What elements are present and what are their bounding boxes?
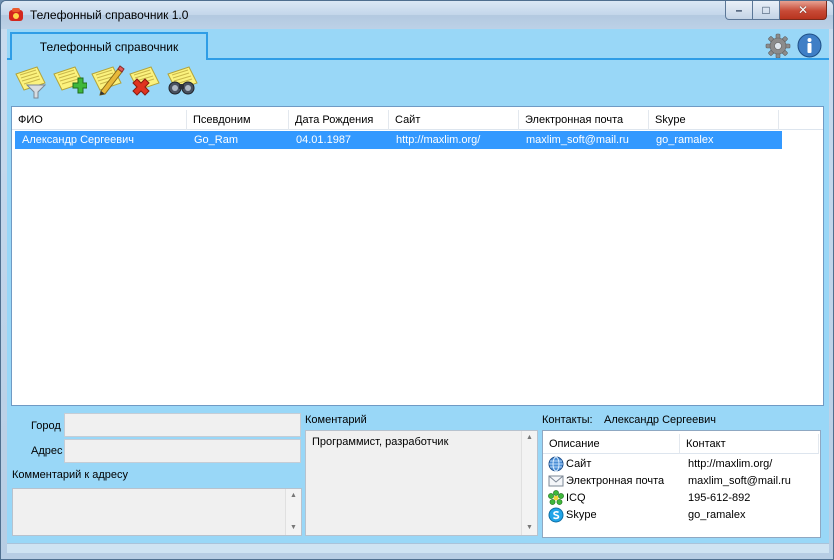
- maximize-button[interactable]: □: [753, 1, 780, 20]
- cell-birthdate: 04.01.1987: [296, 134, 352, 146]
- address-comment-scrollbar[interactable]: ▲ ▼: [285, 489, 301, 535]
- cell-nickname: Go_Ram: [194, 134, 239, 146]
- column-header-nickname[interactable]: Псевдоним: [187, 110, 289, 130]
- contact-value: 195-612-892: [688, 492, 751, 504]
- column-header-birthdate[interactable]: Дата Рождения: [289, 110, 389, 130]
- cell-fio: Александр Сергеевич: [22, 134, 134, 146]
- cell-skype: go_ramalex: [656, 134, 714, 146]
- scroll-down-icon[interactable]: ▼: [522, 521, 537, 535]
- close-icon: ✕: [797, 3, 809, 17]
- gear-icon[interactable]: [765, 33, 791, 59]
- list-item[interactable]: Сайт http://maxlim.org/: [543, 456, 820, 473]
- comment-field[interactable]: Программист, разработчик ▲ ▼: [305, 430, 538, 536]
- delete-record-icon[interactable]: [127, 63, 163, 99]
- city-label: Город: [31, 420, 61, 432]
- cell-email: maxlim_soft@mail.ru: [526, 134, 629, 146]
- cell-site: http://maxlim.org/: [396, 134, 481, 146]
- client-area: Телефонный справочник ФИО Псевдоним Дата…: [7, 29, 829, 553]
- contacts-person: Александр Сергеевич: [604, 414, 716, 426]
- icq-flower-icon: [548, 490, 564, 505]
- filter-icon[interactable]: [13, 63, 49, 99]
- column-header-site[interactable]: Сайт: [389, 110, 519, 130]
- status-bar: [7, 543, 829, 553]
- minimize-button[interactable]: –: [725, 1, 753, 20]
- grid-header: ФИО Псевдоним Дата Рождения Сайт Электро…: [12, 110, 823, 130]
- address-field[interactable]: [64, 439, 301, 463]
- tab-phonebook[interactable]: Телефонный справочник: [10, 32, 208, 60]
- contact-description: ICQ: [566, 492, 586, 504]
- scroll-up-icon[interactable]: ▲: [286, 489, 301, 503]
- list-item[interactable]: Электронная почта maxlim_soft@mail.ru: [543, 473, 820, 490]
- list-item[interactable]: ICQ 195-612-892: [543, 490, 820, 507]
- toolbar: [13, 63, 213, 101]
- scroll-up-icon[interactable]: ▲: [522, 431, 537, 445]
- contact-value: maxlim_soft@mail.ru: [688, 475, 791, 487]
- maximize-icon: □: [762, 3, 770, 17]
- window-title: Телефонный справочник 1.0: [30, 8, 189, 22]
- contact-description: Электронная почта: [566, 475, 665, 487]
- close-button[interactable]: ✕: [780, 1, 827, 20]
- minimize-icon: –: [735, 3, 743, 17]
- contact-value: http://maxlim.org/: [688, 458, 773, 470]
- info-icon[interactable]: [797, 33, 822, 58]
- globe-icon: [548, 456, 564, 472]
- comment-label: Коментарий: [305, 414, 367, 426]
- address-comment-label: Комментарий к адресу: [12, 469, 128, 481]
- column-header-contact[interactable]: Контакт: [680, 434, 819, 454]
- list-item[interactable]: Skype go_ramalex: [543, 507, 820, 524]
- tab-joint: [12, 58, 206, 61]
- scroll-down-icon[interactable]: ▼: [286, 521, 301, 535]
- contacts-grid[interactable]: ФИО Псевдоним Дата Рождения Сайт Электро…: [11, 106, 824, 406]
- address-comment-field[interactable]: ▲ ▼: [12, 488, 302, 536]
- title-bar[interactable]: Телефонный справочник 1.0 – □ ✕: [1, 1, 833, 29]
- city-field[interactable]: [64, 413, 301, 437]
- column-header-email[interactable]: Электронная почта: [519, 110, 649, 130]
- comment-text: Программист, разработчик: [312, 436, 449, 448]
- table-row[interactable]: Александр Сергеевич Go_Ram 04.01.1987 ht…: [15, 131, 782, 149]
- address-label: Адрес: [31, 445, 63, 457]
- edit-record-icon[interactable]: [89, 63, 125, 99]
- binoculars-icon[interactable]: [165, 63, 201, 99]
- contacts-list[interactable]: Описание Контакт Сайт http://maxlim.org/…: [542, 430, 821, 538]
- add-record-icon[interactable]: [51, 63, 87, 99]
- column-header-fio[interactable]: ФИО: [12, 110, 187, 130]
- column-header-description[interactable]: Описание: [543, 434, 680, 454]
- contacts-label: Контакты:: [542, 414, 593, 426]
- app-window: Телефонный справочник 1.0 – □ ✕ Телефонн…: [0, 0, 834, 560]
- envelope-icon: [548, 475, 564, 487]
- skype-icon: [548, 507, 564, 523]
- app-icon: [9, 8, 23, 21]
- comment-scrollbar[interactable]: ▲ ▼: [521, 431, 537, 535]
- contact-description: Сайт: [566, 458, 592, 470]
- contact-value: go_ramalex: [688, 509, 746, 521]
- column-header-skype[interactable]: Skype: [649, 110, 779, 130]
- tab-strip: Телефонный справочник: [7, 29, 829, 61]
- contact-description: Skype: [566, 509, 597, 521]
